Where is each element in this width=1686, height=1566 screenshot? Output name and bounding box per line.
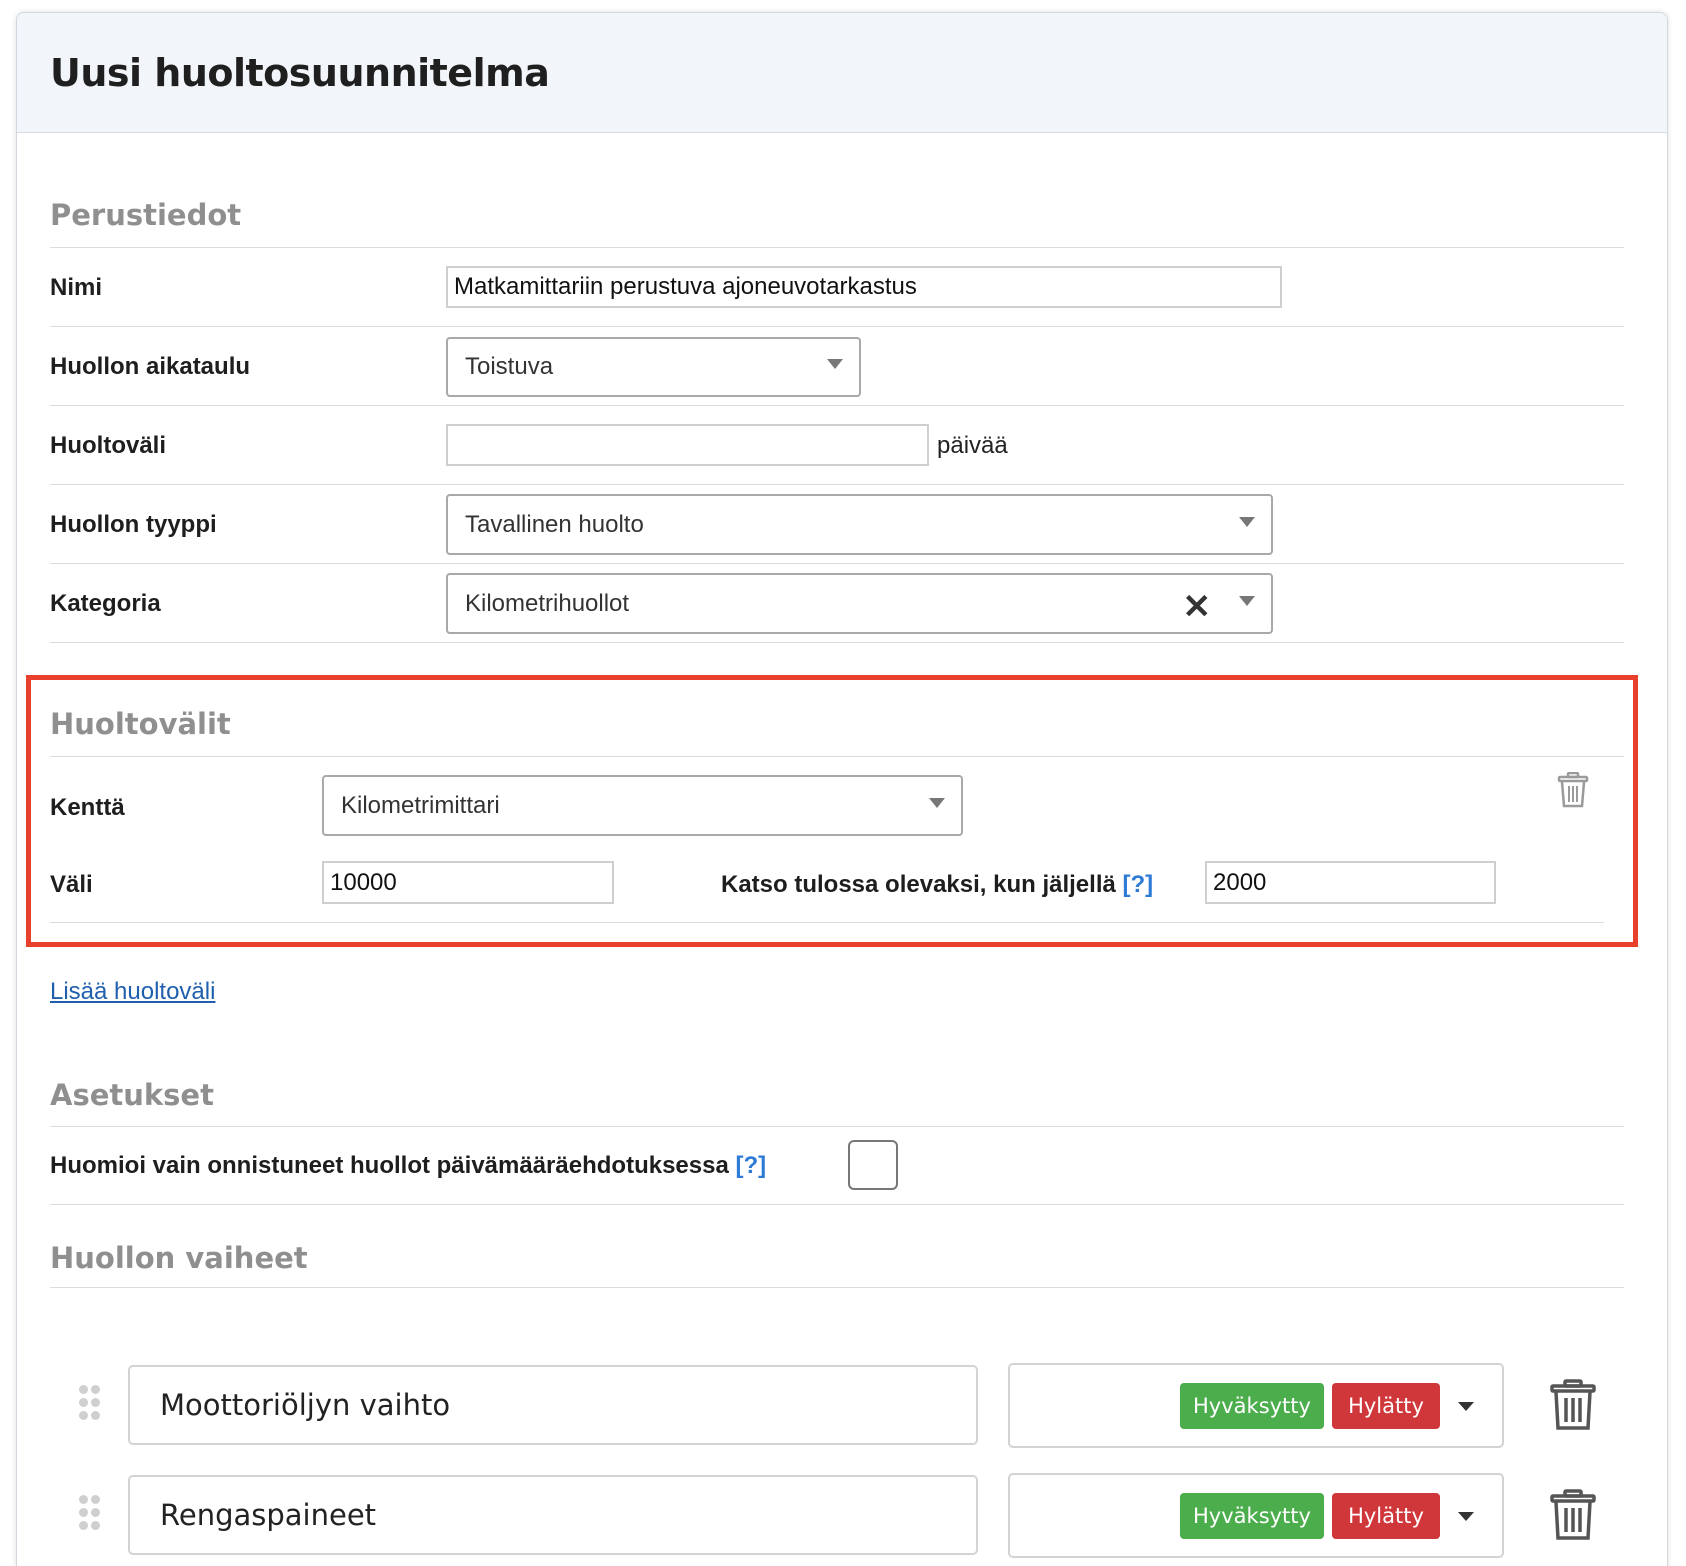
- divider: [50, 484, 1624, 485]
- only-successful-label-wrap: Huomioi vain onnistuneet huollot päivämä…: [50, 1152, 766, 1180]
- name-input-value: Matkamittariin perustuva ajoneuvotarkast…: [454, 273, 917, 300]
- divider: [50, 247, 1624, 248]
- section-title-intervals: Huoltovälit: [50, 707, 231, 741]
- section-title-settings: Asetukset: [50, 1078, 214, 1112]
- divider: [50, 1204, 1624, 1205]
- divider: [50, 405, 1624, 406]
- interval-value-input[interactable]: 10000: [322, 861, 614, 904]
- drag-handle-icon[interactable]: [79, 1385, 101, 1421]
- divider: [50, 326, 1624, 327]
- step-result-field: Hyväksytty Hylätty: [1008, 1363, 1504, 1448]
- interval-label: Huoltoväli: [50, 432, 167, 459]
- divider: [50, 642, 1624, 643]
- step-name-value: Rengaspaineet: [160, 1498, 377, 1532]
- schedule-select[interactable]: Toistuva: [446, 337, 861, 397]
- chevron-down-icon: [1239, 517, 1255, 527]
- step-name-value: Moottoriöljyn vaihto: [160, 1388, 451, 1422]
- step-name-input[interactable]: Rengaspaineet: [128, 1475, 978, 1555]
- field-select[interactable]: Kilometrimittari: [322, 775, 963, 836]
- schedule-select-value: Toistuva: [465, 353, 554, 380]
- field-label: Kenttä: [50, 794, 125, 821]
- add-interval-link[interactable]: Lisää huoltoväli: [50, 978, 215, 1006]
- step-name-input[interactable]: Moottoriöljyn vaihto: [128, 1365, 978, 1445]
- upcoming-help-link[interactable]: [?]: [1123, 871, 1154, 898]
- type-label: Huollon tyyppi: [50, 511, 217, 538]
- reject-button[interactable]: Hylätty: [1332, 1383, 1440, 1429]
- type-select[interactable]: Tavallinen huolto: [446, 494, 1273, 555]
- divider: [50, 1126, 1624, 1127]
- name-label: Nimi: [50, 274, 103, 301]
- chevron-down-icon[interactable]: [1458, 1512, 1474, 1521]
- approve-button[interactable]: Hyväksytty: [1180, 1493, 1324, 1539]
- chevron-down-icon: [929, 798, 945, 808]
- divider: [50, 1287, 1624, 1288]
- upcoming-label: Katso tulossa olevaksi, kun jäljellä: [721, 871, 1116, 898]
- chevron-down-icon: [1239, 596, 1255, 606]
- upcoming-label-wrap: Katso tulossa olevaksi, kun jäljellä [?]: [721, 871, 1153, 899]
- section-title-steps: Huollon vaiheet: [50, 1241, 308, 1275]
- field-select-value: Kilometrimittari: [341, 791, 500, 819]
- only-successful-help-link[interactable]: [?]: [735, 1152, 766, 1179]
- interval-value-label: Väli: [50, 871, 93, 898]
- delete-interval-icon[interactable]: [1556, 772, 1590, 808]
- approve-button[interactable]: Hyväksytty: [1180, 1383, 1324, 1429]
- schedule-label: Huollon aikataulu: [50, 353, 251, 380]
- chevron-down-icon: [827, 359, 843, 369]
- category-select-value: Kilometrihuollot: [465, 589, 630, 617]
- only-successful-checkbox[interactable]: [848, 1140, 898, 1190]
- section-title-basic: Perustiedot: [50, 198, 242, 232]
- category-label: Kategoria: [50, 590, 161, 617]
- category-select[interactable]: Kilometrihuollot ✕: [446, 573, 1273, 634]
- name-input[interactable]: Matkamittariin perustuva ajoneuvotarkast…: [446, 266, 1282, 308]
- chevron-down-icon[interactable]: [1458, 1402, 1474, 1411]
- upcoming-input[interactable]: 2000: [1205, 861, 1496, 904]
- divider: [50, 563, 1624, 564]
- interval-input[interactable]: [446, 424, 929, 466]
- interval-value-input-value: 10000: [330, 868, 397, 896]
- clear-icon[interactable]: ✕: [1183, 590, 1212, 624]
- divider: [50, 922, 1604, 923]
- only-successful-label: Huomioi vain onnistuneet huollot päivämä…: [50, 1152, 729, 1179]
- step-result-field: Hyväksytty Hylätty: [1008, 1473, 1504, 1558]
- interval-unit: päivää: [937, 432, 1008, 459]
- type-select-value: Tavallinen huolto: [465, 510, 644, 538]
- reject-button[interactable]: Hylätty: [1332, 1493, 1440, 1539]
- divider: [50, 756, 1624, 757]
- drag-handle-icon[interactable]: [79, 1495, 101, 1531]
- delete-step-icon[interactable]: [1550, 1489, 1596, 1541]
- delete-step-icon[interactable]: [1550, 1379, 1596, 1431]
- page-title: Uusi huoltosuunnitelma: [50, 51, 550, 95]
- upcoming-input-value: 2000: [1213, 868, 1267, 896]
- card-header: Uusi huoltosuunnitelma: [17, 13, 1667, 133]
